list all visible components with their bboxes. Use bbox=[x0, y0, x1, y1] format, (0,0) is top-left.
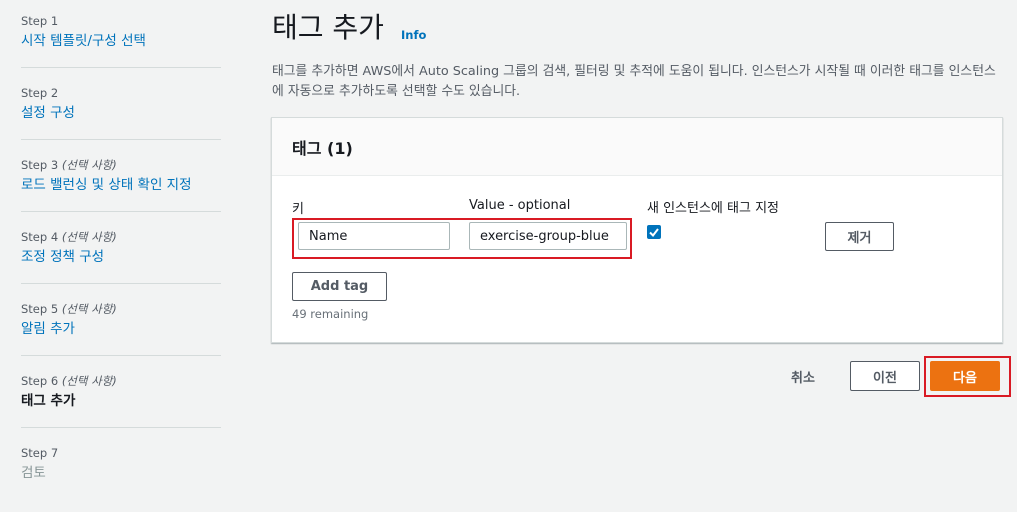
step-7: Step 7 검토 bbox=[21, 446, 221, 483]
step-5-link[interactable]: 알림 추가 bbox=[21, 319, 221, 339]
step-divider bbox=[21, 139, 221, 140]
tags-panel-title: 태그 (1) bbox=[292, 139, 353, 158]
add-tag-button[interactable]: Add tag bbox=[292, 272, 387, 301]
previous-button[interactable]: 이전 bbox=[850, 361, 920, 391]
propagate-label: 새 인스턴스에 태그 지정 bbox=[647, 201, 779, 216]
step-6: Step 6 (선택 사항) 태그 추가 bbox=[21, 374, 221, 411]
step-5-number: Step 5 bbox=[21, 302, 59, 316]
page-title: 태그 추가 bbox=[272, 11, 384, 44]
step-divider bbox=[21, 427, 221, 428]
step-4-number: Step 4 bbox=[21, 230, 59, 244]
propagate-checkbox[interactable] bbox=[647, 225, 661, 239]
checkmark-icon bbox=[649, 228, 659, 238]
step-divider bbox=[21, 355, 221, 356]
info-link[interactable]: Info bbox=[401, 28, 426, 42]
step-2-link[interactable]: 설정 구성 bbox=[21, 103, 221, 123]
tags-panel-header: 태그 (1) bbox=[272, 118, 1002, 176]
step-3-optional: (선택 사항) bbox=[61, 158, 117, 172]
step-4[interactable]: Step 4 (선택 사항) 조정 정책 구성 bbox=[21, 230, 221, 267]
tag-value-input[interactable] bbox=[469, 222, 627, 250]
value-label: Value - optional bbox=[469, 198, 571, 213]
next-button[interactable]: 다음 bbox=[930, 361, 1000, 391]
step-6-optional: (선택 사항) bbox=[61, 374, 117, 388]
step-7-number: Step 7 bbox=[21, 446, 59, 460]
step-6-current: 태그 추가 bbox=[21, 393, 76, 409]
step-1-link[interactable]: 시작 템플릿/구성 선택 bbox=[21, 31, 221, 51]
step-7-disabled: 검토 bbox=[21, 465, 46, 481]
key-label: 키 bbox=[292, 202, 304, 217]
step-4-link[interactable]: 조정 정책 구성 bbox=[21, 247, 221, 267]
step-3-link[interactable]: 로드 밸런싱 및 상태 확인 지정 bbox=[21, 175, 221, 195]
step-divider bbox=[21, 283, 221, 284]
cancel-button[interactable]: 취소 bbox=[791, 367, 815, 386]
step-6-number: Step 6 bbox=[21, 374, 59, 388]
step-divider bbox=[21, 67, 221, 68]
step-1[interactable]: Step 1 시작 템플릿/구성 선택 bbox=[21, 14, 221, 51]
step-5-optional: (선택 사항) bbox=[61, 302, 117, 316]
remove-tag-button[interactable]: 제거 bbox=[825, 222, 894, 251]
step-4-optional: (선택 사항) bbox=[61, 230, 117, 244]
page-description: 태그를 추가하면 AWS에서 Auto Scaling 그룹의 검색, 필터링 … bbox=[272, 64, 996, 99]
tags-panel: 태그 (1) 키 Value - optional 새 인스턴스에 태그 지정 … bbox=[271, 117, 1003, 343]
step-3[interactable]: Step 3 (선택 사항) 로드 밸런싱 및 상태 확인 지정 bbox=[21, 158, 221, 195]
step-3-number: Step 3 bbox=[21, 158, 59, 172]
remaining-count: 49 remaining bbox=[292, 307, 369, 321]
step-5[interactable]: Step 5 (선택 사항) 알림 추가 bbox=[21, 302, 221, 339]
step-1-number: Step 1 bbox=[21, 14, 59, 28]
step-2-number: Step 2 bbox=[21, 86, 59, 100]
step-divider bbox=[21, 211, 221, 212]
step-2[interactable]: Step 2 설정 구성 bbox=[21, 86, 221, 123]
tag-key-input[interactable] bbox=[298, 222, 450, 250]
